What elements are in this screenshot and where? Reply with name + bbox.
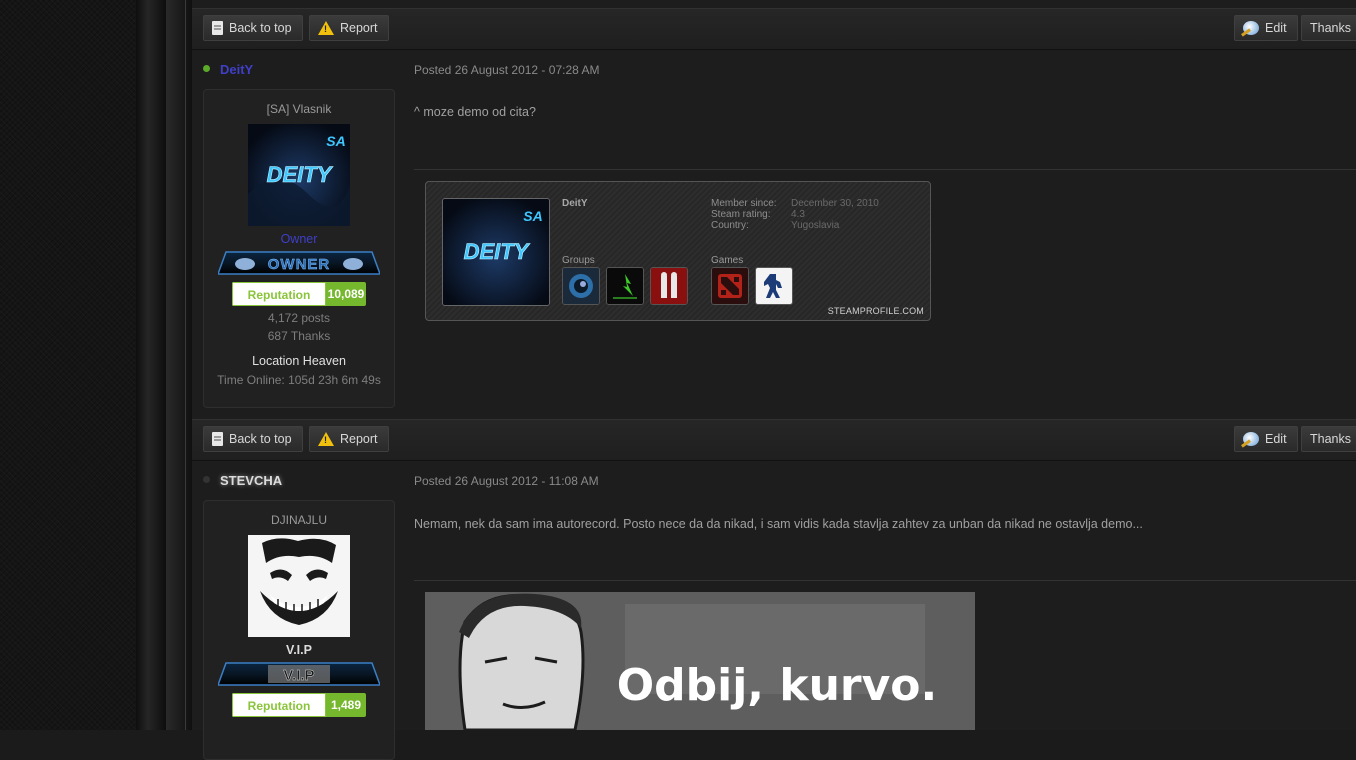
reputation-value: 10,089 xyxy=(326,282,366,306)
report-button[interactable]: ! Report xyxy=(309,426,389,452)
online-status-dot xyxy=(203,65,210,72)
svg-text:DEITY: DEITY xyxy=(464,239,531,264)
thanks-count: 687 Thanks xyxy=(267,329,331,343)
razer-group-icon[interactable] xyxy=(606,267,644,305)
left-decorative-column xyxy=(0,0,192,730)
page-up-icon xyxy=(212,432,223,446)
svg-text:SA: SA xyxy=(326,133,345,149)
user-group: Owner xyxy=(280,232,318,246)
signature-separator xyxy=(414,169,1356,170)
thanks-button[interactable]: Thanks xyxy=(1301,15,1356,41)
reputation-label: Reputation xyxy=(232,282,326,306)
svg-text:SA: SA xyxy=(523,208,542,224)
decorative-bar xyxy=(166,0,192,730)
user-avatar[interactable] xyxy=(248,535,350,637)
topic-content: Back to top ! Report Edit Thanks DeitY [… xyxy=(192,0,1356,760)
member-since-value: December 30, 2010 xyxy=(791,198,879,209)
dota2-game-icon[interactable] xyxy=(711,267,749,305)
warning-icon: ! xyxy=(318,21,334,35)
reputation-label: Reputation xyxy=(232,693,326,717)
edit-button[interactable]: Edit xyxy=(1234,15,1298,41)
reputation-bar[interactable]: Reputation 10,089 xyxy=(232,282,366,306)
edit-button[interactable]: Edit xyxy=(1234,426,1298,452)
member-since-label: Member since: xyxy=(711,198,777,209)
edit-icon xyxy=(1243,21,1259,35)
post-body: ^ moze demo od cita? xyxy=(414,105,536,119)
left4dead-group-icon[interactable] xyxy=(650,267,688,305)
user-avatar[interactable]: DEITY SA xyxy=(248,124,350,226)
country-value: Yugoslavia xyxy=(791,220,840,231)
time-online: Time Online: 105d 23h 6m 49s xyxy=(217,373,381,387)
edit-label: Edit xyxy=(1265,432,1287,446)
groups-label: Groups xyxy=(562,255,595,266)
post-author-name[interactable]: DeitY xyxy=(220,62,253,77)
user-title: DJINAJLU xyxy=(270,513,327,527)
reputation-value: 1,489 xyxy=(326,693,366,717)
thanks-label: Thanks xyxy=(1310,432,1351,446)
steam-avatar: DEITY SA xyxy=(442,198,550,306)
rank-badge-text: OWNER xyxy=(268,256,331,273)
report-button[interactable]: ! Report xyxy=(309,15,389,41)
rank-badge: OWNER xyxy=(218,251,380,275)
post-toolbar: Back to top ! Report Edit Thanks xyxy=(192,419,1356,461)
user-location: Location Heaven xyxy=(252,354,346,368)
offline-status-dot xyxy=(203,476,210,483)
back-to-top-button[interactable]: Back to top xyxy=(203,15,303,41)
post-date: Posted 26 August 2012 - 07:28 AM xyxy=(414,63,600,77)
edit-icon xyxy=(1243,432,1259,446)
counter-strike-game-icon[interactable] xyxy=(755,267,793,305)
steam-rating-value: 4.3 xyxy=(791,209,805,220)
post-body: Nemam, nek da sam ima autorecord. Posto … xyxy=(414,517,1143,531)
post-date: Posted 26 August 2012 - 11:08 AM xyxy=(414,474,599,488)
thanks-label: Thanks xyxy=(1310,21,1351,35)
decorative-edge xyxy=(185,0,186,730)
rank-badge: V.I.P xyxy=(218,662,380,686)
steam-name: DeitY xyxy=(562,198,588,209)
post-author-name[interactable]: STEVCHA xyxy=(220,473,282,488)
country-label: Country: xyxy=(711,220,749,231)
user-info-panel: DJINAJLU V.I.P V.I.P Reputation 1,489 xyxy=(203,500,395,760)
rank-badge-text: V.I.P xyxy=(283,667,314,684)
user-info-panel: [SA] Vlasnik DEITY SA Owner OWNER Reputa… xyxy=(203,89,395,408)
signature-meme-illustration: Odbij, kurvo. xyxy=(425,592,975,730)
back-to-top-label: Back to top xyxy=(229,21,292,35)
steam-profile-card[interactable]: DEITY SA DeitY Member since: December 30,… xyxy=(425,181,931,321)
steamprofile-footer[interactable]: STEAMPROFILE.COM xyxy=(828,306,924,316)
report-label: Report xyxy=(340,432,378,446)
page-up-icon xyxy=(212,21,223,35)
edit-label: Edit xyxy=(1265,21,1287,35)
steam-group-icon[interactable] xyxy=(562,267,600,305)
decorative-bar xyxy=(136,0,166,730)
signature-separator xyxy=(414,580,1356,581)
user-group: V.I.P xyxy=(286,643,312,657)
steam-info: Member since: December 30, 2010 Steam rat… xyxy=(711,198,879,231)
warning-icon: ! xyxy=(318,432,334,446)
post-toolbar: Back to top ! Report Edit Thanks xyxy=(192,8,1356,50)
signature-image: Odbij, kurvo. xyxy=(425,592,975,730)
meme-caption: Odbij, kurvo. xyxy=(617,660,938,711)
report-label: Report xyxy=(340,21,378,35)
back-to-top-label: Back to top xyxy=(229,432,292,446)
reputation-bar[interactable]: Reputation 1,489 xyxy=(232,693,366,717)
svg-text:DEITY: DEITY xyxy=(267,162,334,187)
thanks-button[interactable]: Thanks xyxy=(1301,426,1356,452)
post-count: 4,172 posts xyxy=(267,311,331,325)
games-label: Games xyxy=(711,255,744,266)
steam-rating-label: Steam rating: xyxy=(711,209,771,220)
user-title: [SA] Vlasnik xyxy=(266,102,332,116)
back-to-top-button[interactable]: Back to top xyxy=(203,426,303,452)
